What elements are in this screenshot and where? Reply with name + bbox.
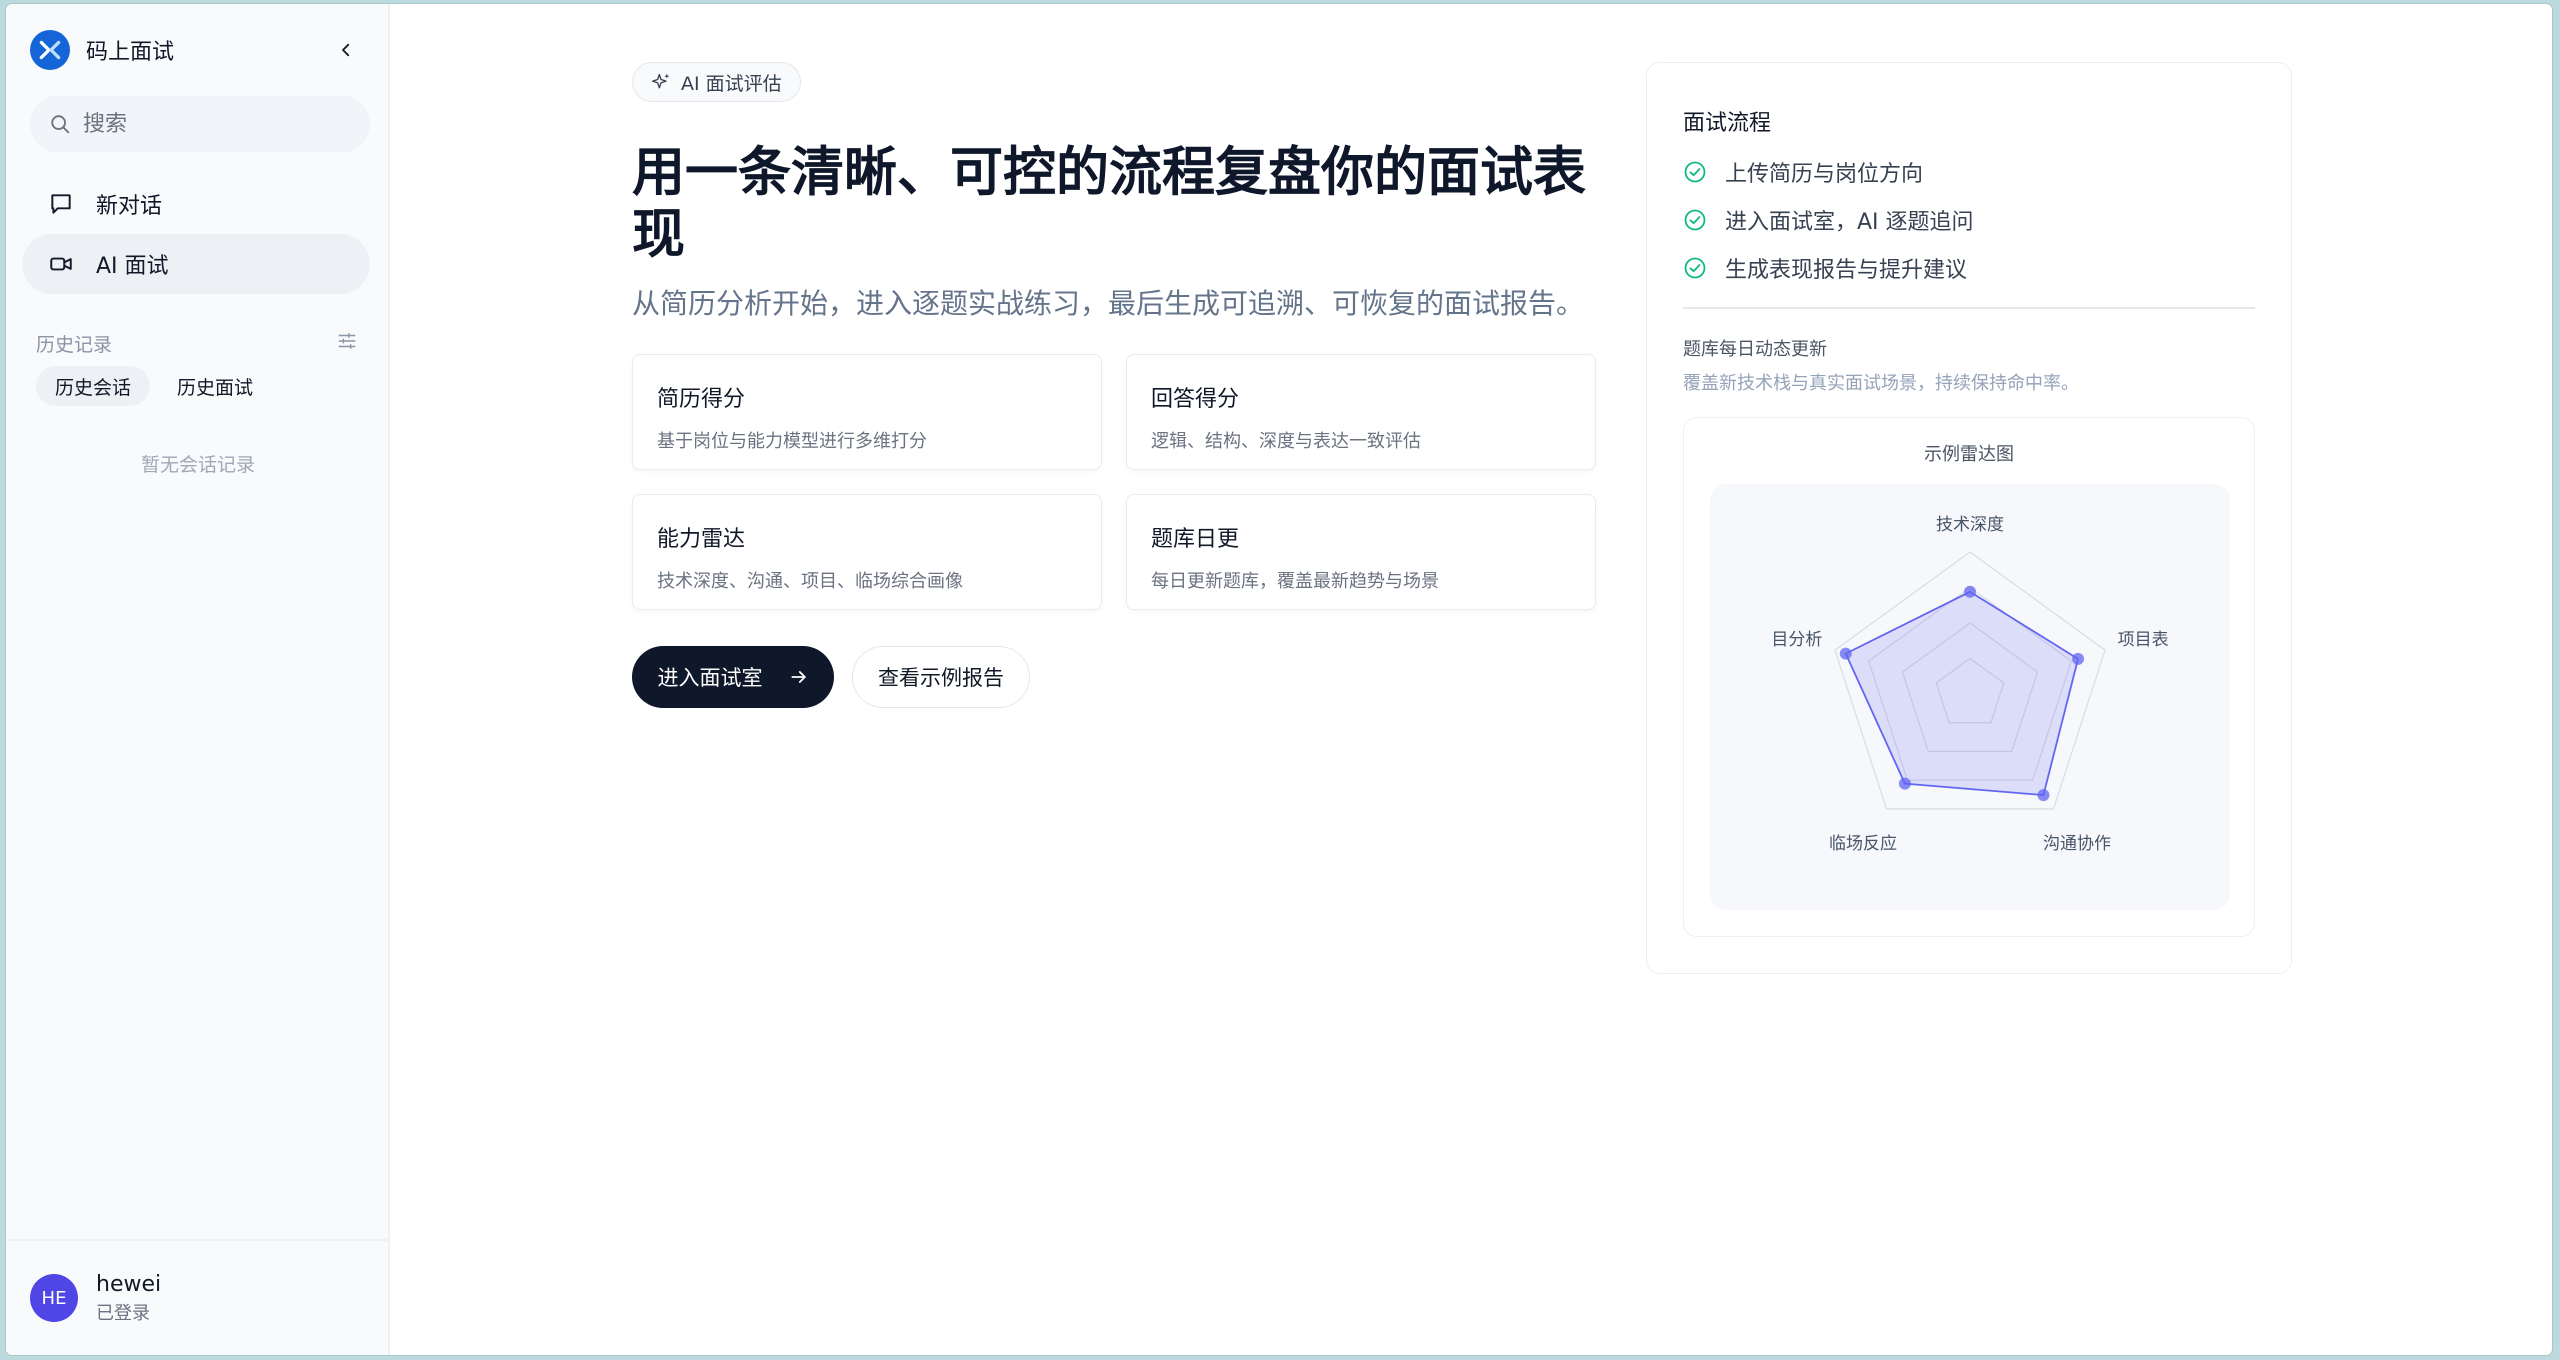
radar-point-2	[2037, 789, 2050, 802]
search-box	[30, 96, 370, 152]
check-circle-icon	[1684, 257, 1706, 279]
nav-new-chat[interactable]: 新对话	[22, 174, 370, 234]
avatar: HE	[30, 1274, 78, 1322]
sparkle-icon	[652, 73, 670, 89]
feature-card-question-bank: 题库日更 每日更新题库，覆盖最新趋势与场景	[1126, 494, 1596, 610]
chat-icon	[51, 194, 71, 214]
step-label: 进入面试室，AI 逐题追问	[1725, 210, 1974, 235]
card-title: 题库日更	[1151, 527, 1240, 552]
nav-ai-interview[interactable]: AI 面试	[22, 234, 370, 294]
card-desc: 每日更新题库，覆盖最新趋势与场景	[1151, 571, 1439, 592]
history-title: 历史记录	[36, 334, 113, 356]
flow-step: 生成表现报告与提升建议	[1683, 253, 1967, 283]
card-desc: 逻辑、结构、深度与表达一致评估	[1151, 431, 1421, 452]
radar-axis-label: 技术深度	[1936, 514, 2004, 535]
radar-axis-label: 临场反应	[1829, 833, 1898, 854]
radar-point-1	[2072, 652, 2085, 665]
filter-icon[interactable]	[336, 330, 360, 354]
radar-point-4	[1839, 647, 1852, 660]
collapse-sidebar-button[interactable]	[330, 34, 362, 66]
radar-point-0	[1964, 585, 1976, 598]
ai-eval-badge: AI 面试评估	[632, 62, 801, 102]
step-label: 上传简历与岗位方向	[1725, 162, 1924, 187]
video-icon	[50, 257, 72, 271]
check-circle-icon	[1684, 161, 1706, 183]
bank-title: 题库每日动态更新	[1683, 339, 1827, 360]
divider	[1683, 307, 2255, 309]
brand-name: 码上面试	[86, 40, 175, 65]
page-subtitle: 从简历分析开始，进入逐题实战练习，最后生成可追溯、可恢复的面试报告。	[632, 287, 1585, 320]
radar-point-3	[1898, 777, 1911, 790]
radar-axis-label: 沟通协作	[2042, 833, 2111, 854]
radar-title: 示例雷达图	[1924, 444, 2014, 465]
search-input[interactable]	[83, 111, 343, 137]
brand[interactable]: 码上面试	[30, 28, 174, 72]
nav-label: 新对话	[96, 194, 163, 219]
step-label: 生成表现报告与提升建议	[1725, 258, 1968, 283]
feature-card-radar: 能力雷达 技术深度、沟通、项目、临场综合画像	[632, 494, 1102, 610]
flow-step: 上传简历与岗位方向	[1683, 157, 1923, 187]
card-title: 能力雷达	[657, 527, 746, 552]
logo-icon	[30, 30, 70, 70]
sidebar: 码上面试 新对话 AI 面试 历史记录	[6, 4, 390, 1355]
card-desc: 技术深度、沟通、项目、临场综合画像	[657, 571, 963, 592]
radar-axis-label: 项目表	[2117, 630, 2169, 651]
panel-title: 面试流程	[1683, 111, 1772, 136]
bank-desc: 覆盖新技术栈与真实面试场景，持续保持命中率。	[1683, 373, 2079, 394]
check-circle-icon	[1684, 209, 1706, 231]
flow-step: 进入面试室，AI 逐题追问	[1683, 205, 1974, 235]
tab-history-interviews[interactable]: 历史面试	[162, 366, 268, 406]
chevron-left-icon	[342, 43, 350, 57]
user-profile[interactable]: HE hewei 已登录	[6, 1239, 390, 1355]
radar-axis-label: 目分析	[1771, 630, 1823, 651]
user-status: 已登录	[96, 1302, 150, 1324]
page-title: 用一条清晰、可控的流程复盘你的面试表现	[632, 142, 1586, 265]
enter-interview-room-button[interactable]: 进入面试室	[632, 646, 834, 708]
radar-series-area	[1844, 590, 2080, 797]
button-label: 进入面试室	[657, 666, 763, 690]
interview-flow-panel: 面试流程 上传简历与岗位方向 进入面试室，AI 逐题追问 生成表现报告与提升建议…	[1646, 62, 2292, 974]
feature-card-resume: 简历得分 基于岗位与能力模型进行多维打分	[632, 354, 1102, 470]
search-icon	[51, 115, 70, 134]
radar-svg	[1834, 551, 2106, 810]
card-title: 简历得分	[657, 387, 746, 412]
badge-label: AI 面试评估	[681, 72, 782, 95]
card-desc: 基于岗位与能力模型进行多维打分	[657, 431, 927, 452]
tab-history-chats[interactable]: 历史会话	[36, 366, 150, 406]
user-name: hewei	[96, 1271, 162, 1297]
arrow-right-icon	[789, 667, 809, 687]
radar-card: 示例雷达图 技术深度项目表沟通协作 临场反应 目分析	[1683, 417, 2255, 937]
nav-label: AI 面试	[96, 254, 169, 279]
card-title: 回答得分	[1151, 387, 1240, 412]
radar-chart: 技术深度项目表沟通协作 临场反应 目分析	[1710, 484, 2230, 910]
empty-history-text: 暂无会话记录	[140, 454, 255, 476]
view-sample-report-button[interactable]: 查看示例报告	[852, 646, 1030, 708]
app-window: 码上面试 新对话 AI 面试 历史记录	[6, 4, 2552, 1355]
feature-card-answer: 回答得分 逻辑、结构、深度与表达一致评估	[1126, 354, 1596, 470]
